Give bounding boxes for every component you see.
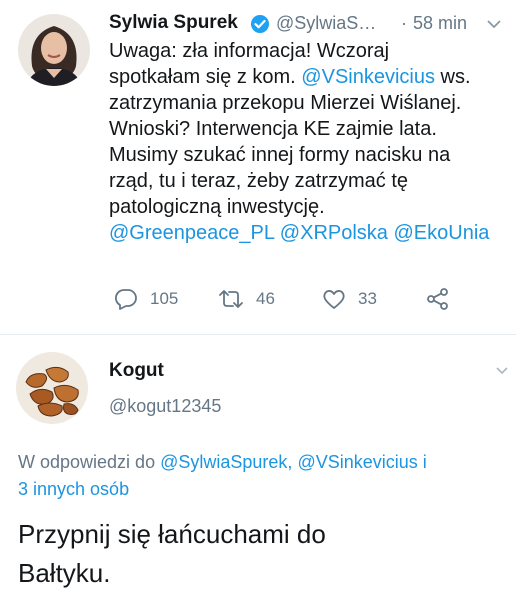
divider (0, 334, 516, 335)
reply-text-line-1: Przypnij się łańcuchami do (18, 519, 326, 549)
reply-count: 105 (150, 289, 179, 308)
reply-text-line-2: Bałtyku. (18, 558, 111, 588)
avatar-sylwia[interactable] (18, 14, 90, 86)
tweet-line-3: zatrzymania przekopu Mierzei Wiślanej. (109, 92, 462, 114)
tweet-time[interactable]: 58 min (413, 13, 467, 34)
tweet-line-2: spotkałam się z kom. @VSinkevicius ws. (109, 64, 514, 90)
mention-xrpolska[interactable]: @XRPolska (280, 222, 388, 244)
share-action[interactable] (426, 288, 462, 310)
replying-mention-sylwia[interactable]: @SylwiaSpurek, (160, 452, 292, 472)
avatar-kogut[interactable] (16, 352, 88, 424)
reply-text: Przypnij się łańcuchami do Bałtyku. (18, 515, 326, 593)
reply-author-handle[interactable]: @kogut12345 (109, 396, 221, 417)
chevron-down-icon[interactable] (495, 366, 509, 375)
mention-greenpeace[interactable]: @Greenpeace_PL (109, 222, 274, 244)
retweet-count: 46 (256, 289, 275, 308)
mention-vsinkevicius[interactable]: @VSinkevicius (301, 66, 435, 88)
avatar-image (16, 352, 88, 424)
replying-more[interactable]: 3 innych osób (18, 479, 129, 499)
heart-icon (323, 290, 345, 309)
tweet-line-2-text: spotkałam się z kom. (109, 66, 296, 88)
chevron-down-icon[interactable] (486, 19, 502, 29)
author-name[interactable]: Sylwia Spurek (109, 12, 238, 34)
replying-prefix: W odpowiedzi do (18, 452, 156, 472)
tweet-line-5: Musimy szukać innej formy nacisku na (109, 144, 451, 166)
replying-to: W odpowiedzi do @SylwiaSpurek, @VSinkevi… (18, 449, 513, 503)
tweet-line-7: patologiczną inwestycję. (109, 196, 325, 218)
tweet-line-2-tail: ws. (434, 66, 471, 88)
tweet-body: Uwaga: zła informacja! Wczoraj spotkałam… (109, 38, 514, 246)
author-handle[interactable]: @SylwiaS… (276, 13, 376, 34)
tweet-line-4: Wnioski? Interwencja KE zajmie lata. (109, 118, 437, 140)
like-action[interactable]: 33 (322, 288, 377, 310)
like-count: 33 (358, 289, 377, 308)
verified-badge-icon (251, 15, 269, 33)
separator-dot: · (401, 13, 407, 33)
avatar-image (18, 14, 90, 86)
tweet-mentions: @Greenpeace_PL @XRPolska @EkoUnia (109, 220, 514, 246)
reply-author-name[interactable]: Kogut (109, 360, 164, 382)
reply-icon (114, 289, 137, 310)
retweet-action[interactable]: 46 (218, 288, 275, 310)
tweet-line-6: rząd, tu i teraz, żeby zatrzymać tę (109, 170, 408, 192)
tweet-line-1: Uwaga: zła informacja! Wczoraj (109, 40, 390, 62)
mention-ekounia[interactable]: @EkoUnia (393, 222, 489, 244)
retweet-icon (219, 290, 243, 308)
replying-mention-vsinkevicius[interactable]: @VSinkevicius i (297, 452, 426, 472)
share-icon (427, 288, 448, 310)
reply-action[interactable]: 105 (114, 288, 178, 310)
